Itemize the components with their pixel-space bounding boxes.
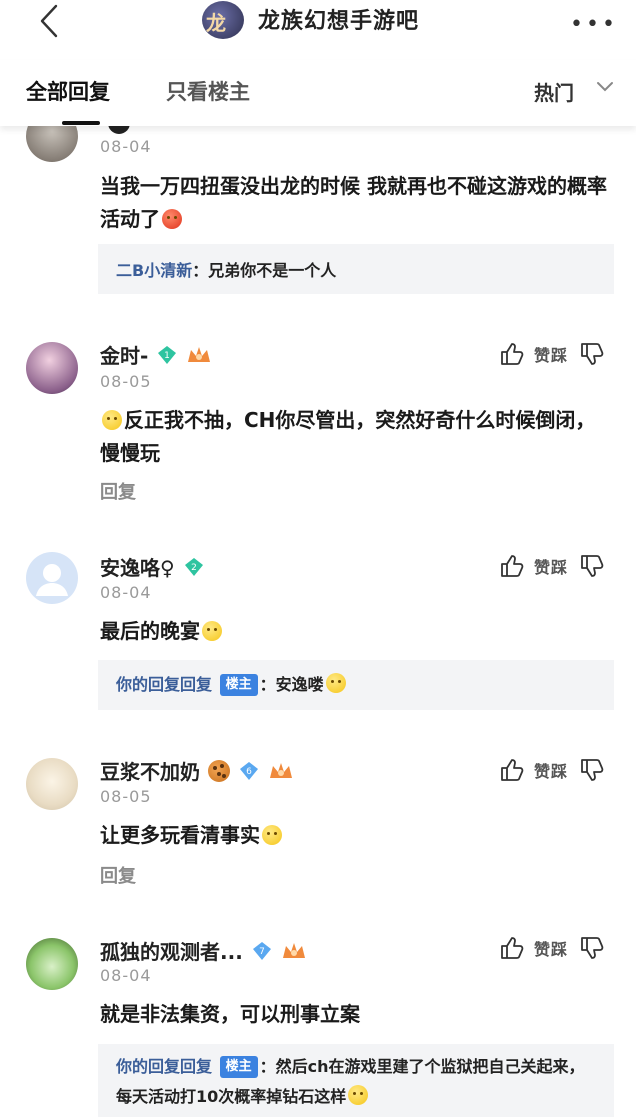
comment-text: 最后的晚宴	[100, 615, 612, 648]
sub-reply[interactable]: 二B小清新：兄弟你不是一个人	[98, 244, 614, 294]
sub-reply-author[interactable]: 你的回复回复	[116, 1057, 212, 1076]
thumbs-down-icon[interactable]	[578, 552, 606, 580]
username[interactable]: 孤独的观测者...	[100, 936, 243, 965]
sort-dropdown[interactable]: 热门	[534, 77, 574, 106]
more-dots-icon[interactable]: •••	[570, 14, 618, 36]
sub-reply[interactable]: 你的回复回复 楼主 ：安逸喽	[98, 660, 614, 710]
smile-emoji-icon	[102, 410, 122, 430]
smile-emoji-icon	[325, 673, 346, 693]
comment-date: 08-04	[100, 583, 152, 602]
tab-all-replies[interactable]: 全部回复	[26, 76, 110, 106]
forum-avatar[interactable]: 龙族	[202, 1, 244, 39]
username[interactable]: 安逸咯♀	[100, 552, 175, 581]
sub-reply[interactable]: 你的回复回复 楼主 ：然后ch在游戏里建了个监狱把自己关起来，每天活动打10次概率…	[98, 1044, 614, 1117]
svg-text:6: 6	[246, 767, 252, 777]
crown-badge-icon	[188, 346, 211, 362]
like-label[interactable]: 赞	[534, 346, 551, 365]
tab-bar: 全部回复 只看楼主 热门	[0, 60, 636, 126]
sub-reply-text: 兄弟你不是一个人	[208, 261, 337, 280]
dislike-label[interactable]: 踩	[551, 346, 568, 365]
comment-date: 08-04	[100, 137, 152, 156]
thumbs-up-icon[interactable]	[498, 934, 526, 962]
username-row: 豆浆不加奶 6	[100, 756, 294, 785]
comment-text: 让更多玩看清事实	[100, 819, 612, 852]
sub-reply-author[interactable]: 你的回复回复	[116, 675, 212, 694]
grin-emoji-icon	[262, 825, 282, 845]
default-avatar-icon[interactable]	[26, 552, 78, 604]
thumbs-up-icon[interactable]	[498, 552, 526, 580]
level-gem-icon: 6	[240, 761, 258, 780]
avatar[interactable]	[26, 938, 78, 990]
avatar[interactable]	[26, 758, 78, 810]
sub-reply-author[interactable]: 二B小清新	[116, 261, 192, 280]
top-bar: 龙族 龙族幻想手游吧 •••	[0, 0, 636, 60]
crown-badge-icon	[282, 942, 305, 958]
vote-actions: 赞踩	[498, 340, 606, 368]
chevron-left-icon[interactable]	[32, 4, 66, 38]
comment-date: 08-04	[100, 966, 152, 985]
dislike-label[interactable]: 踩	[551, 762, 568, 781]
forum-title[interactable]: 龙族幻想手游吧	[258, 3, 419, 35]
thumbs-up-icon[interactable]	[498, 756, 526, 784]
username[interactable]: 豆浆不加奶	[100, 756, 200, 785]
comment-date: 08-05	[100, 787, 152, 806]
level-gem-icon: 2	[184, 557, 203, 576]
avatar[interactable]	[26, 342, 78, 394]
host-tag: 楼主	[219, 674, 258, 696]
username-row: 金时- 1	[100, 340, 212, 369]
thumbs-down-icon[interactable]	[578, 934, 606, 962]
smile-emoji-icon	[348, 1085, 369, 1105]
username-row: 安逸咯♀ 2	[100, 552, 205, 581]
chevron-down-icon[interactable]	[596, 80, 614, 94]
dislike-label[interactable]: 踩	[551, 940, 568, 959]
like-label[interactable]: 赞	[534, 762, 551, 781]
username[interactable]: 金时-	[100, 340, 148, 369]
forum-avatar-text: 龙族	[206, 11, 226, 35]
reply-button[interactable]: 回复	[100, 478, 136, 504]
sub-reply-text: 安逸喽	[275, 675, 324, 694]
comment-date: 08-05	[100, 372, 152, 391]
host-tag: 楼主	[219, 1056, 258, 1078]
vote-actions: 赞踩	[498, 552, 606, 580]
svg-text:2: 2	[191, 563, 197, 573]
like-label[interactable]: 赞	[534, 558, 551, 577]
tab-active-indicator	[62, 121, 100, 125]
smile-emoji-icon	[202, 621, 222, 641]
thumbs-up-icon[interactable]	[498, 340, 526, 368]
reply-button[interactable]: 回复	[100, 862, 136, 888]
username-row: 孤独的观测者... 7	[100, 936, 307, 965]
angry-emoji-icon	[162, 209, 182, 229]
comment-text: 反正我不抽，CH你尽管出，突然好奇什么时候倒闭，慢慢玩	[100, 408, 596, 465]
cookie-emoji-icon	[208, 759, 230, 782]
tab-host-only[interactable]: 只看楼主	[166, 76, 250, 106]
vote-actions: 赞踩	[498, 756, 606, 784]
thumbs-down-icon[interactable]	[578, 756, 606, 784]
dislike-label[interactable]: 踩	[551, 558, 568, 577]
svg-text:1: 1	[164, 351, 170, 361]
crown-badge-icon	[270, 762, 292, 778]
thumbs-down-icon[interactable]	[578, 340, 606, 368]
svg-text:7: 7	[259, 947, 265, 957]
like-label[interactable]: 赞	[534, 940, 551, 959]
comment-text: 当我一万四扭蛋没出龙的时候 我就再也不碰这游戏的概率活动了	[100, 174, 607, 231]
level-gem-icon: 1	[158, 345, 177, 364]
vote-actions: 赞踩	[498, 934, 606, 962]
comment-text: 就是非法集资，可以刑事立案	[100, 1002, 360, 1026]
level-gem-icon: 7	[252, 941, 271, 960]
comment-feed: 08-04 当我一万四扭蛋没出龙的时候 我就再也不碰这游戏的概率活动了 二B小清…	[0, 0, 636, 1117]
